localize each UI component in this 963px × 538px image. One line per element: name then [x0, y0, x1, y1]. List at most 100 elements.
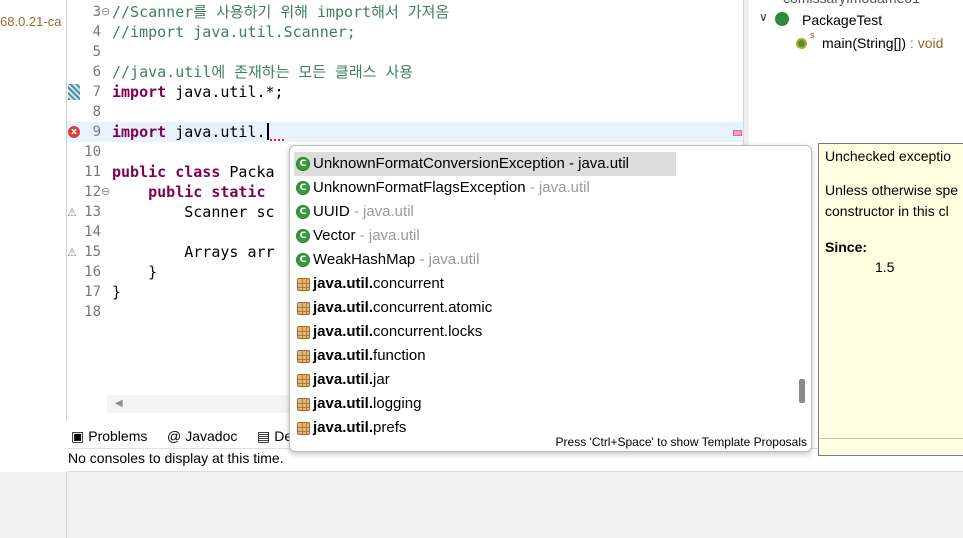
code-text[interactable]: public class Packa: [112, 162, 275, 182]
keyword: static: [211, 183, 266, 201]
line-number: 9: [92, 124, 101, 140]
javadoc-since-value: 1.5: [875, 259, 895, 275]
match-prefix: java.util.: [313, 419, 374, 436]
match-prefix: java.util.: [313, 347, 374, 364]
outline-item[interactable]: comissaryImouame01: [783, 0, 920, 8]
code-text[interactable]: //java.util에 존재하는 모든 클래스 사용: [112, 62, 413, 82]
package-explorer: 68.0.21-ca: [0, 0, 67, 420]
keyword: import: [112, 123, 167, 141]
code-line: x 9 import java.util.: [67, 122, 743, 142]
content-assist-item[interactable]: C UnknownFormatFlagsException - java.util: [294, 176, 676, 200]
proposal-qualifier: - java.util: [415, 251, 480, 268]
code-token: java.util.*;: [166, 83, 284, 101]
code-text[interactable]: Scanner sc: [112, 202, 275, 222]
code-line: 8: [67, 102, 743, 122]
content-assist-item[interactable]: java.util.logging: [294, 392, 676, 416]
fold-toggle-icon[interactable]: ⊖: [101, 2, 111, 22]
line-number: 12: [84, 184, 101, 200]
proposal-name: concurrent.atomic: [373, 299, 493, 316]
outline-method-item[interactable]: main(String[]) : void: [822, 33, 943, 53]
left-bottom-panel: [0, 472, 67, 538]
content-assist-item[interactable]: java.util.concurrent.atomic: [294, 296, 676, 320]
proposal-name: WeakHashMap: [313, 251, 416, 268]
line-number: 11: [84, 164, 101, 180]
package-explorer-item[interactable]: 68.0.21-ca: [0, 14, 61, 29]
code-line: 5: [67, 42, 743, 62]
package-icon: [297, 302, 310, 315]
proposal-qualifier: - java.util: [349, 203, 414, 220]
scroll-left-icon[interactable]: ◀: [115, 398, 123, 409]
proposal-name: jar: [373, 371, 390, 388]
code-token: Arrays arr: [112, 243, 275, 261]
comment: //java.util에 존재하는 모든 클래스 사용: [112, 63, 414, 81]
overview-error-mark[interactable]: [733, 130, 742, 136]
content-assist-item[interactable]: java.util.concurrent.locks: [294, 320, 676, 344]
match-prefix: java.util.: [313, 275, 374, 292]
line-number: 8: [92, 104, 101, 120]
package-icon: [297, 422, 310, 435]
static-badge: s: [810, 30, 815, 40]
class-icon: C: [296, 229, 310, 243]
code-text[interactable]: //import java.util.Scanner;: [112, 22, 356, 42]
code-token: Packa: [220, 163, 275, 181]
content-assist-item[interactable]: C Vector - java.util: [294, 224, 676, 248]
chevron-down-icon[interactable]: ∨: [759, 10, 768, 24]
content-assist-item[interactable]: C UUID - java.util: [294, 200, 676, 224]
code-text[interactable]: Arrays arr: [112, 242, 275, 262]
content-assist-item[interactable]: C WeakHashMap - java.util: [294, 248, 676, 272]
code-text[interactable]: //Scanner를 사용하기 위해 import해서 가져옴: [112, 2, 449, 22]
code-text[interactable]: }: [112, 282, 121, 302]
console-message: No consoles to display at this time.: [68, 450, 284, 466]
fold-toggle-icon[interactable]: ⊖: [101, 182, 111, 202]
proposal-qualifier: - java.util: [525, 179, 590, 196]
line-number: 4: [92, 24, 101, 40]
tab-label: Problems: [88, 428, 148, 444]
javadoc-icon: @: [167, 428, 182, 444]
code-text[interactable]: }: [112, 262, 157, 282]
package-icon: [297, 374, 310, 387]
content-assist-footer: Press 'Ctrl+Space' to show Template Prop…: [555, 435, 807, 449]
package-icon: [297, 278, 310, 291]
content-assist-item[interactable]: java.util.concurrent: [294, 272, 676, 296]
content-assist-item[interactable]: java.util.jar: [294, 368, 676, 392]
match-prefix: java.util.: [313, 323, 374, 340]
content-assist-item[interactable]: java.util.function: [294, 344, 676, 368]
package-icon: [297, 350, 310, 363]
content-assist-scrollbar[interactable]: [799, 379, 805, 403]
class-icon: C: [296, 253, 310, 267]
keyword: class: [175, 163, 221, 181]
proposal-name: UUID: [313, 203, 350, 220]
tab-javadoc[interactable]: @ Javadoc: [167, 427, 237, 445]
javadoc-line: constructor in this cl: [825, 203, 949, 219]
javadoc-divider: [819, 438, 963, 439]
class-icon: C: [296, 181, 310, 195]
problems-icon: ▣: [71, 428, 85, 444]
line-number: 6: [92, 64, 101, 80]
method-name: main(String[]): [822, 35, 907, 51]
code-text[interactable]: import java.util.*;: [112, 82, 284, 102]
content-assist-popup[interactable]: C UnknownFormatConversionException - java…: [289, 145, 812, 452]
outline-class-item[interactable]: PackageTest: [802, 10, 882, 30]
proposal-name: concurrent.locks: [373, 323, 483, 340]
code-text[interactable]: import java.util.: [112, 122, 269, 142]
code-token: }: [112, 263, 158, 281]
proposal-name: logging: [373, 395, 422, 412]
proposal-name: UnknownFormatConversionException: [313, 155, 565, 172]
line-number: 3: [92, 4, 101, 20]
package-icon: [297, 398, 310, 411]
line-number: 7: [92, 84, 101, 100]
content-assist-item[interactable]: C UnknownFormatConversionException - java…: [294, 152, 676, 176]
code-token: Scanner sc: [112, 203, 275, 221]
line-number: 5: [92, 44, 101, 60]
proposal-name: UnknownFormatFlagsException: [313, 179, 526, 196]
tab-problems[interactable]: ▣ Problems: [71, 427, 147, 445]
proposal-qualifier: - java.util: [355, 227, 420, 244]
line-number: 14: [84, 224, 101, 240]
code-line: 6 //java.util에 존재하는 모든 클래스 사용: [67, 62, 743, 82]
code-text[interactable]: public static: [112, 182, 266, 202]
code-line: 7 import java.util.*;: [67, 82, 743, 102]
line-number: 10: [84, 144, 101, 160]
